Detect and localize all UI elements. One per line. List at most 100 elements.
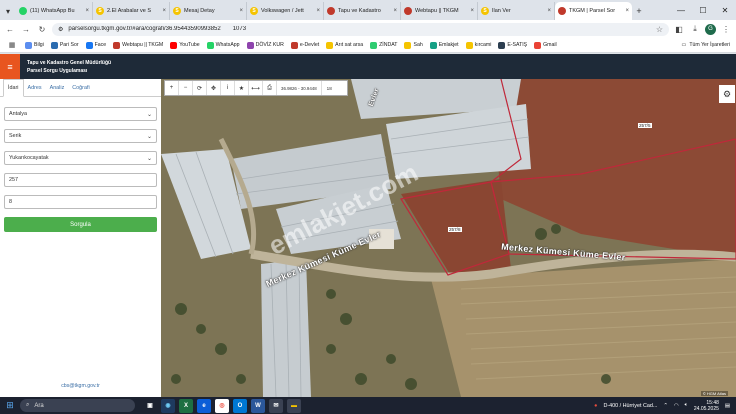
bookmark-star-icon[interactable]: ☆ — [656, 25, 663, 34]
bookmark-favicon-icon — [326, 41, 334, 49]
file-explorer-icon[interactable]: ▬ — [287, 398, 301, 413]
province-select[interactable]: Antalya ⌄ — [4, 107, 157, 121]
map-settings-gear-icon[interactable]: ⚙ — [719, 85, 735, 103]
address-bar[interactable]: ⚙ parselsorgu.tkgm.gov.tr/#ara/cografi/3… — [52, 22, 669, 36]
volume-icon[interactable]: 🔈︎ — [685, 402, 688, 409]
browser-tab[interactable]: S 2.El Arabalar ve S × — [93, 2, 170, 20]
wifi-icon[interactable]: ◠ — [674, 403, 679, 409]
close-tab-icon[interactable]: × — [470, 8, 474, 14]
browser-tab[interactable]: S Mesaj Detay × — [170, 2, 247, 20]
menu-dots-icon[interactable]: ⋮ — [720, 23, 732, 35]
site-info-icon[interactable]: ⚙ — [58, 26, 63, 33]
info-icon[interactable]: i — [221, 81, 235, 95]
news-icon[interactable]: ● — [594, 403, 597, 409]
query-button[interactable]: Sorgula — [4, 217, 157, 232]
tkgm-icon — [327, 7, 335, 15]
bookmark-item[interactable]: DÖVİZ KUR — [246, 41, 284, 49]
print-icon[interactable]: ⎙ — [263, 81, 277, 95]
contact-email-link[interactable]: cbs@tkgm.gov.tr — [0, 383, 161, 389]
pan-icon[interactable]: ✥ — [207, 81, 221, 95]
close-tab-icon[interactable]: × — [625, 8, 629, 14]
bookmark-item[interactable]: Sah — [404, 41, 423, 49]
bookmark-item[interactable]: e-Devlet — [290, 41, 319, 49]
bookmark-item[interactable]: Face — [85, 41, 106, 49]
tab-analiz[interactable]: Analiz — [46, 79, 69, 96]
bookmark-item[interactable]: E-SATIŞ — [498, 41, 527, 49]
taskbar-search[interactable]: ⌕ Ara — [20, 399, 135, 412]
edge-icon[interactable]: e — [197, 398, 211, 413]
favorite-star-icon[interactable]: ★ — [235, 81, 249, 95]
browser-tab[interactable]: S Volkswagen / Jett × — [247, 2, 324, 20]
chevron-up-icon[interactable]: ⌃ — [663, 403, 668, 409]
parcel-input[interactable]: 8 — [4, 195, 157, 209]
hamburger-menu-icon[interactable]: ≡ — [0, 54, 20, 79]
chrome-icon[interactable]: ◎ — [215, 398, 229, 413]
browser-tab-title: (11) WhatsApp Bu — [30, 8, 75, 14]
browser-tab[interactable]: S İlan Ver × — [478, 2, 555, 20]
maximize-icon[interactable]: ☐ — [692, 0, 714, 20]
windows-start-icon[interactable]: ⊞ — [0, 400, 20, 411]
bookmark-item[interactable]: Webtapu || TKGM — [113, 41, 164, 49]
zoom-in-icon[interactable]: + — [165, 81, 179, 95]
close-tab-icon[interactable]: × — [162, 8, 166, 14]
outlook-icon[interactable]: O — [233, 398, 247, 413]
measure-icon[interactable]: ⟷ — [249, 81, 263, 95]
bookmark-item[interactable]: ZİNDAT — [370, 41, 397, 49]
bookmark-label: Webtapu || TKGM — [122, 42, 164, 48]
browser-tab[interactable]: Webtapu || TKGM × — [401, 2, 478, 20]
photos-icon[interactable]: ◉ — [161, 398, 175, 413]
excel-icon[interactable]: X — [179, 398, 193, 413]
browser-tab[interactable]: Tapu ve Kadastro × — [324, 2, 401, 20]
tab-idari[interactable]: İdari — [3, 79, 24, 97]
district-select[interactable]: Serik ⌄ — [4, 129, 157, 143]
news-ticker[interactable]: D-400 / Hürriyet Cad... — [603, 403, 657, 409]
bookmark-item[interactable]: Emlakjet — [429, 41, 459, 49]
mail-icon[interactable]: ✉ — [269, 398, 283, 413]
bookmark-item[interactable]: Arıt sat arsa — [326, 41, 363, 49]
close-tab-icon[interactable]: × — [547, 8, 551, 14]
app-title-line1: Tapu ve Kadastro Genel Müdürlüğü — [27, 59, 112, 66]
bookmark-item[interactable]: Pari Sor — [50, 41, 79, 49]
parcel-label-2[interactable]: 257/5 — [638, 123, 652, 128]
word-icon[interactable]: W — [251, 398, 265, 413]
extensions-icon[interactable]: ◧ — [673, 23, 685, 35]
minimize-icon[interactable]: — — [670, 0, 692, 20]
close-tab-icon[interactable]: × — [239, 8, 243, 14]
forward-icon[interactable]: → — [20, 23, 32, 35]
close-window-icon[interactable]: ✕ — [714, 0, 736, 20]
bookmark-item[interactable]: WhatsApp — [206, 41, 240, 49]
bookmark-item[interactable]: kırcami — [465, 41, 491, 49]
tab-search-icon[interactable]: ▾ — [0, 2, 16, 20]
satellite-map[interactable]: emlakjet.com 257/8 257/5 Merkez Kümesi K… — [161, 79, 736, 397]
close-tab-icon[interactable]: × — [316, 8, 320, 14]
browser-tab[interactable]: TKGM | Parsel Sor × — [555, 2, 632, 20]
apps-grid-icon[interactable]: ▦ — [6, 39, 18, 51]
downloads-icon[interactable]: ⤓ — [689, 23, 701, 35]
parcel-label-1[interactable]: 257/8 — [448, 227, 462, 232]
bookmark-item[interactable]: Bilgi — [25, 41, 44, 49]
all-bookmarks[interactable]: ▭ Tüm Yer İşaretleri — [681, 42, 730, 48]
clock[interactable]: 15:48 24.05.2025 — [694, 400, 719, 412]
url-text: parselsorgu.tkgm.gov.tr/#ara/cografi/36.… — [68, 26, 221, 32]
neighborhood-select[interactable]: Yukarıkocayatak ⌄ — [4, 151, 157, 165]
bookmark-item[interactable]: YouTube — [170, 41, 200, 49]
tab-adres[interactable]: Adres — [24, 79, 46, 96]
close-tab-icon[interactable]: × — [393, 8, 397, 14]
bookmark-favicon-icon — [50, 41, 58, 49]
refresh-icon[interactable]: ⟳ — [193, 81, 207, 95]
close-tab-icon[interactable]: × — [85, 8, 89, 14]
browser-tab[interactable]: (11) WhatsApp Bu × — [16, 2, 93, 20]
system-tray: ● D-400 / Hürriyet Cad... ⌃ ◠ 🔈︎ 15:48 2… — [594, 400, 736, 412]
back-icon[interactable]: ← — [4, 23, 16, 35]
bookmark-favicon-icon — [370, 41, 378, 49]
profile-avatar[interactable]: G — [705, 23, 716, 35]
bookmark-item[interactable]: Gmail — [534, 41, 557, 49]
browser-tab-title: 2.El Arabalar ve S — [107, 8, 152, 14]
block-input[interactable]: 257 — [4, 173, 157, 187]
tab-cografi[interactable]: Coğrafi — [68, 79, 93, 96]
notification-icon[interactable]: ▤ — [725, 403, 730, 409]
task-view-icon[interactable]: ▣ — [143, 399, 157, 413]
zoom-out-icon[interactable]: − — [179, 81, 193, 95]
reload-icon[interactable]: ↻ — [36, 23, 48, 35]
new-tab-button[interactable]: + — [632, 2, 646, 20]
